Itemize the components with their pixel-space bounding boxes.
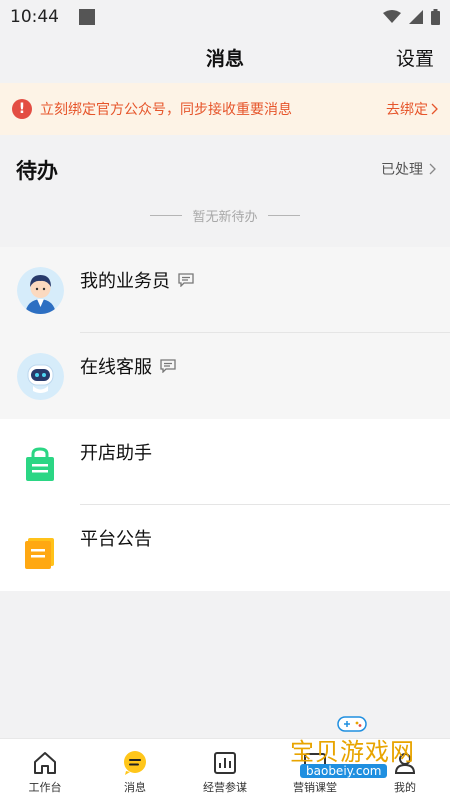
status-indicators (383, 9, 440, 25)
alert-icon: ! (12, 99, 32, 119)
bind-link-label: 去绑定 (386, 102, 428, 118)
battery-icon (431, 9, 440, 25)
tab-messages[interactable]: 消息 (90, 739, 180, 800)
list-item-customer-service[interactable]: 在线客服 (0, 333, 450, 419)
robot-avatar (17, 353, 64, 400)
todo-title: 待办 (16, 159, 58, 183)
tools-list: 开店助手 平台公告 (0, 419, 450, 591)
processed-link-label: 已处理 (381, 162, 423, 178)
message-bubble-icon (178, 273, 194, 287)
status-time: 10:44 (10, 7, 59, 27)
shop-bag-icon (20, 445, 60, 485)
wifi-icon (383, 10, 401, 23)
list-item-salesperson[interactable]: 我的业务员 (0, 247, 450, 333)
watermark-logo: 宝贝游戏网 baobeiy.com (290, 712, 420, 784)
tab-workbench[interactable]: 工作台 (0, 739, 90, 800)
chart-icon (214, 752, 236, 774)
banner-text: 立刻绑定官方公众号，同步接收重要消息 (40, 102, 292, 118)
processed-link[interactable]: 已处理 (381, 159, 436, 179)
list-item-label: 在线客服 (80, 353, 176, 379)
home-icon (34, 752, 56, 774)
chat-list: 我的业务员 在线客服 (0, 247, 450, 419)
customer-service-label: 在线客服 (80, 357, 152, 378)
watermark-text: 宝贝游戏网 (290, 738, 415, 766)
page-title: 消息 (205, 48, 244, 70)
list-item-label: 平台公告 (80, 529, 152, 550)
gamepad-icon (337, 716, 367, 732)
notice-board-icon (20, 531, 60, 571)
status-bar: 10:44 (0, 0, 450, 34)
divider (150, 215, 183, 216)
settings-button[interactable]: 设置 (396, 44, 434, 71)
todo-empty-text: 暂无新待办 (192, 210, 258, 225)
header: 消息 设置 (0, 34, 450, 80)
bind-link[interactable]: 去绑定 (386, 99, 438, 119)
list-item-label: 我的业务员 (80, 267, 194, 293)
bind-account-banner[interactable]: ! 立刻绑定官方公众号，同步接收重要消息 去绑定 (0, 83, 450, 135)
list-item-label: 开店助手 (80, 443, 152, 464)
salesperson-avatar (17, 267, 64, 314)
tab-business-advisor[interactable]: 经营参谋 (180, 739, 270, 800)
notification-icon (79, 9, 95, 25)
signal-icon (409, 10, 423, 24)
divider (267, 215, 300, 216)
watermark-url: baobeiy.com (300, 764, 388, 778)
tab-label: 工作台 (28, 781, 62, 794)
todo-section: 待办 已处理 暂无新待办 (0, 138, 450, 246)
chevron-right-icon (429, 163, 436, 175)
salesperson-label: 我的业务员 (80, 271, 170, 292)
chevron-right-icon (431, 103, 438, 115)
tab-label: 经营参谋 (203, 781, 247, 794)
list-item-platform-notice[interactable]: 平台公告 (0, 505, 450, 591)
message-icon (124, 751, 146, 775)
tab-label: 消息 (124, 781, 146, 794)
list-item-shop-assistant[interactable]: 开店助手 (0, 419, 450, 505)
todo-empty-state: 暂无新待办 (0, 206, 450, 225)
message-bubble-icon (160, 359, 176, 373)
